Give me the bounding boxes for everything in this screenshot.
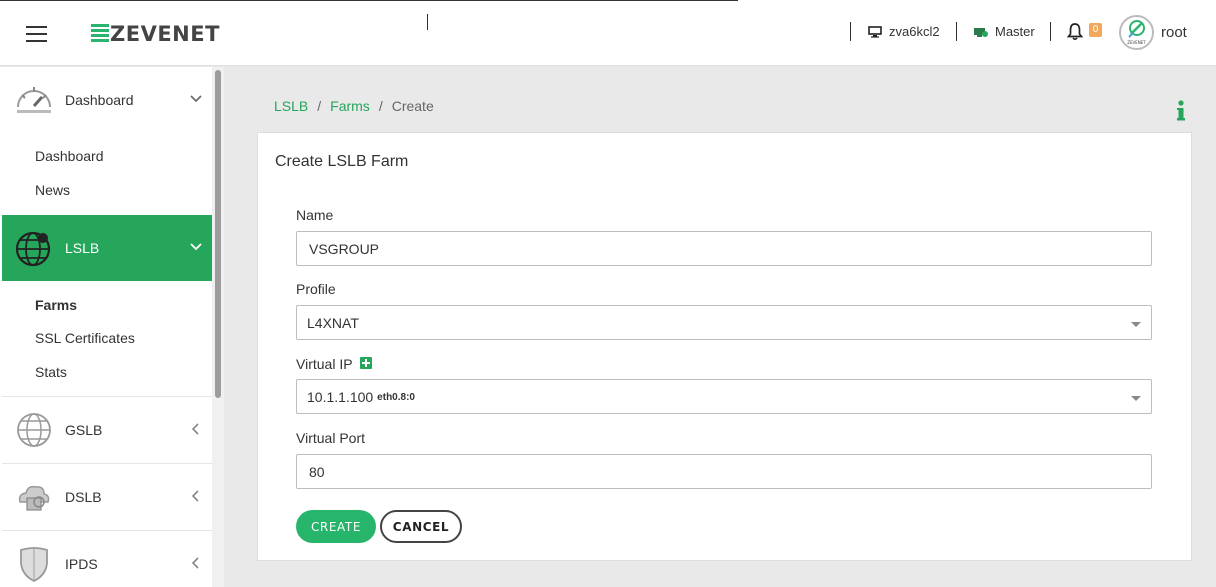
virtual-ip-select[interactable]: 10.1.1.100 eth0.8:0 — [296, 379, 1152, 414]
sidebar-item-news[interactable]: News — [35, 182, 70, 198]
sidebar-section-dslb[interactable]: DSLB — [2, 464, 212, 530]
dropdown-caret-icon — [1131, 396, 1141, 401]
notifications-button[interactable] — [1066, 22, 1084, 46]
create-farm-card: Create LSLB Farm Name VSGROUP Profile L4… — [257, 132, 1192, 561]
sidebar-section-label: IPDS — [65, 556, 98, 572]
chevron-left-icon — [191, 490, 199, 502]
add-virtual-ip-icon[interactable] — [360, 357, 372, 369]
top-bar: ZEVENET zva6kcl2 Master 0 ZEVENET root — [0, 0, 1216, 66]
sidebar-section-lslb[interactable]: LSLB — [2, 215, 212, 281]
cluster-role: Master — [995, 24, 1035, 39]
virtual-port-label: Virtual Port — [296, 430, 365, 446]
sidebar-section-label: LSLB — [65, 240, 100, 256]
cluster-icon — [974, 27, 988, 37]
logo[interactable]: ZEVENET — [91, 22, 220, 46]
chevron-left-icon — [191, 423, 199, 435]
globe-outline-icon — [17, 413, 51, 447]
header-divider — [850, 22, 851, 41]
logo-mark-icon — [91, 24, 109, 44]
cloud-server-icon — [18, 485, 50, 511]
page-title: Create LSLB Farm — [275, 153, 409, 170]
notification-badge: 0 — [1089, 23, 1102, 37]
host-indicator[interactable]: zva6kcl2 — [868, 22, 940, 41]
chevron-left-icon — [191, 557, 199, 569]
host-name: zva6kcl2 — [889, 24, 940, 39]
monitor-icon — [868, 25, 882, 38]
sidebar-section-dashboard[interactable]: Dashboard — [2, 67, 212, 133]
profile-label: Profile — [296, 281, 336, 297]
avatar-text: ZEVENET — [1127, 40, 1146, 45]
breadcrumb-lslb[interactable]: LSLB — [274, 98, 308, 114]
breadcrumb-current: Create — [391, 98, 434, 114]
virtual-ip-selected-value: 10.1.1.100 — [307, 388, 374, 405]
sidebar-section-label: DSLB — [65, 489, 102, 505]
dropdown-caret-icon — [1131, 322, 1141, 327]
top-border-line — [0, 0, 738, 1]
globe-icon — [15, 231, 51, 267]
sidebar-section-ipds[interactable]: IPDS — [2, 531, 212, 587]
logo-text: ZEVENET — [110, 22, 220, 46]
create-button[interactable]: CREATE — [296, 510, 376, 543]
shield-icon — [20, 547, 48, 583]
chevron-down-icon — [190, 243, 202, 251]
breadcrumb-separator: / — [378, 98, 383, 114]
profile-select[interactable]: L4XNAT — [296, 305, 1152, 340]
breadcrumb: LSLB / Farms / Create — [274, 98, 434, 114]
dashboard-gauge-icon — [17, 87, 51, 113]
breadcrumb-farms[interactable]: Farms — [330, 98, 370, 114]
sidebar-item-dashboard[interactable]: Dashboard — [35, 148, 104, 164]
sidebar-section-gslb[interactable]: GSLB — [2, 397, 212, 463]
sidebar-section-label: GSLB — [65, 422, 103, 438]
virtual-ip-label: Virtual IP — [296, 356, 353, 372]
header-divider — [1050, 22, 1051, 41]
sidebar-item-farms[interactable]: Farms — [35, 297, 77, 313]
cluster-indicator[interactable]: Master — [974, 22, 1035, 41]
virtual-ip-interface: eth0.8:0 — [377, 392, 415, 403]
sidebar-item-ssl-certificates[interactable]: SSL Certificates — [35, 330, 135, 346]
profile-selected-value: L4XNAT — [307, 314, 359, 331]
cancel-button[interactable]: CANCEL — [380, 510, 462, 543]
avatar-logo-icon: ZEVENET — [1127, 20, 1146, 45]
avatar[interactable]: ZEVENET — [1119, 15, 1154, 50]
virtual-port-input[interactable]: 80 — [296, 454, 1152, 489]
sidebar-item-stats[interactable]: Stats — [35, 364, 67, 380]
name-label: Name — [296, 207, 334, 223]
user-name[interactable]: root — [1161, 24, 1187, 41]
text-cursor — [427, 14, 428, 30]
chevron-down-icon — [190, 95, 202, 103]
header-divider — [956, 22, 957, 41]
breadcrumb-separator: / — [317, 98, 322, 114]
sidebar-scroll-thumb[interactable] — [215, 70, 221, 398]
menu-toggle-icon[interactable] — [26, 26, 47, 42]
bell-icon — [1066, 23, 1084, 41]
name-input[interactable]: VSGROUP — [296, 231, 1152, 266]
sidebar-section-label: Dashboard — [65, 92, 134, 108]
info-icon[interactable] — [1176, 100, 1186, 122]
